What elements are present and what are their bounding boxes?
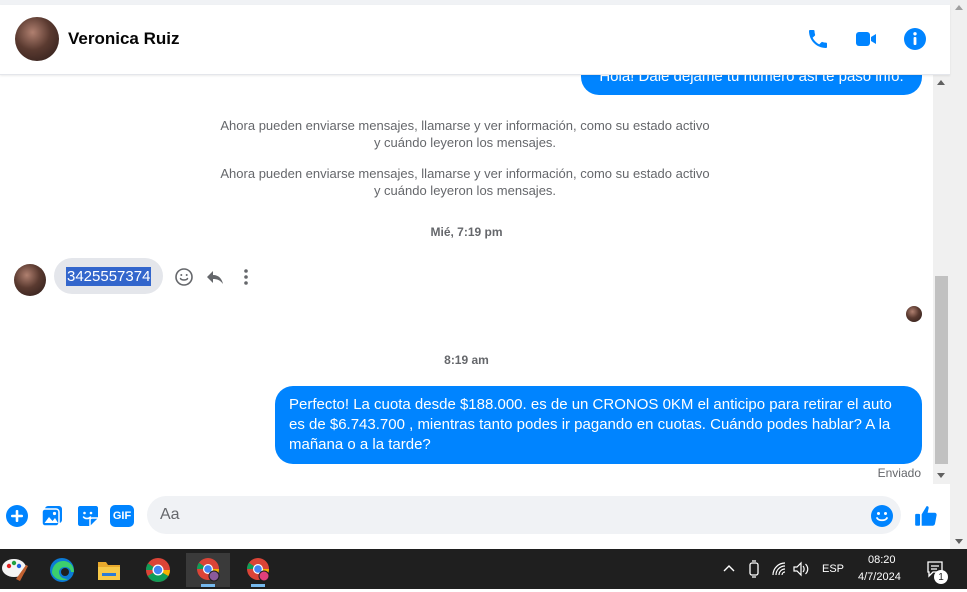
windows-taskbar: ESP 08:20 4/7/2024 1 (0, 549, 967, 589)
delivery-status: Enviado (877, 466, 921, 480)
system-notice: Ahora pueden enviarse mensajes, llamarse… (220, 118, 710, 150)
sender-avatar[interactable] (14, 264, 46, 296)
more-options-icon[interactable] (236, 267, 256, 287)
clock-time[interactable]: 08:20 (868, 554, 896, 566)
system-notice: Ahora pueden enviarse mensajes, llamarse… (220, 166, 710, 198)
chrome-profile-c-icon[interactable] (236, 553, 280, 587)
active-indicator (201, 584, 215, 587)
composer: GIF (0, 484, 950, 549)
gif-icon[interactable]: GIF (110, 505, 134, 527)
video-camera-icon[interactable] (854, 27, 878, 51)
chat-scrollbar[interactable] (933, 74, 950, 484)
plus-icon[interactable] (5, 504, 29, 528)
reply-icon[interactable] (205, 267, 225, 287)
photo-icon[interactable] (40, 504, 64, 528)
message-input[interactable] (147, 496, 901, 534)
contact-avatar[interactable] (15, 17, 59, 61)
notification-badge: 1 (934, 570, 948, 584)
language-indicator[interactable]: ESP (822, 563, 844, 575)
info-icon[interactable] (903, 27, 927, 51)
message-text: Perfecto! La cuota desde $188.000. es de… (289, 396, 892, 453)
message-text: 3425557374 (66, 266, 152, 286)
timestamp: 8:19 am (444, 353, 489, 367)
contact-name[interactable]: Veronica Ruiz (68, 29, 179, 49)
file-explorer-icon[interactable] (89, 553, 129, 587)
incoming-message[interactable]: 3425557374 (54, 258, 164, 294)
message-text: Hola! Dale dejame tu numero asi te paso … (599, 74, 904, 85)
chrome-profile-icon (197, 558, 220, 582)
file-explorer-icon (98, 562, 120, 580)
page-scroll-down-arrow-icon[interactable] (955, 539, 963, 544)
paint-icon[interactable] (0, 553, 38, 587)
chevron-up-icon[interactable] (723, 563, 735, 575)
outgoing-message[interactable]: Hola! Dale dejame tu numero asi te paso … (581, 74, 922, 95)
clock-date[interactable]: 4/7/2024 (858, 571, 901, 583)
outgoing-message[interactable]: Perfecto! La cuota desde $188.000. es de… (275, 386, 922, 464)
phone-icon[interactable] (806, 27, 830, 51)
react-emoji-icon[interactable] (174, 267, 194, 287)
volume-icon[interactable] (792, 561, 810, 577)
edge-icon (50, 558, 74, 582)
message-list[interactable]: Hola! Dale dejame tu numero asi te paso … (0, 74, 933, 484)
chrome-profile-c-icon (247, 558, 270, 582)
chrome-icon[interactable] (138, 553, 178, 587)
paint-icon (2, 559, 28, 581)
page-scrollbar[interactable] (950, 0, 967, 549)
conversation-header: Veronica Ruiz (0, 5, 950, 75)
scroll-down-arrow-icon[interactable] (937, 473, 945, 478)
scroll-thumb[interactable] (935, 276, 948, 464)
wifi-icon[interactable] (771, 561, 787, 577)
device-icon[interactable] (747, 560, 761, 578)
thumbs-up-icon[interactable] (913, 503, 939, 529)
scroll-up-arrow-icon[interactable] (937, 80, 945, 85)
sticker-icon[interactable] (76, 504, 100, 528)
edge-icon[interactable] (42, 553, 82, 587)
page-scroll-up-arrow-icon[interactable] (955, 5, 963, 10)
active-indicator (251, 584, 265, 587)
chrome-icon (146, 558, 170, 583)
gif-label: GIF (112, 510, 132, 522)
emoji-icon[interactable] (870, 504, 894, 528)
seen-avatar (906, 306, 922, 322)
timestamp: Mié, 7:19 pm (430, 225, 503, 239)
chrome-profile-icon[interactable] (186, 553, 230, 587)
